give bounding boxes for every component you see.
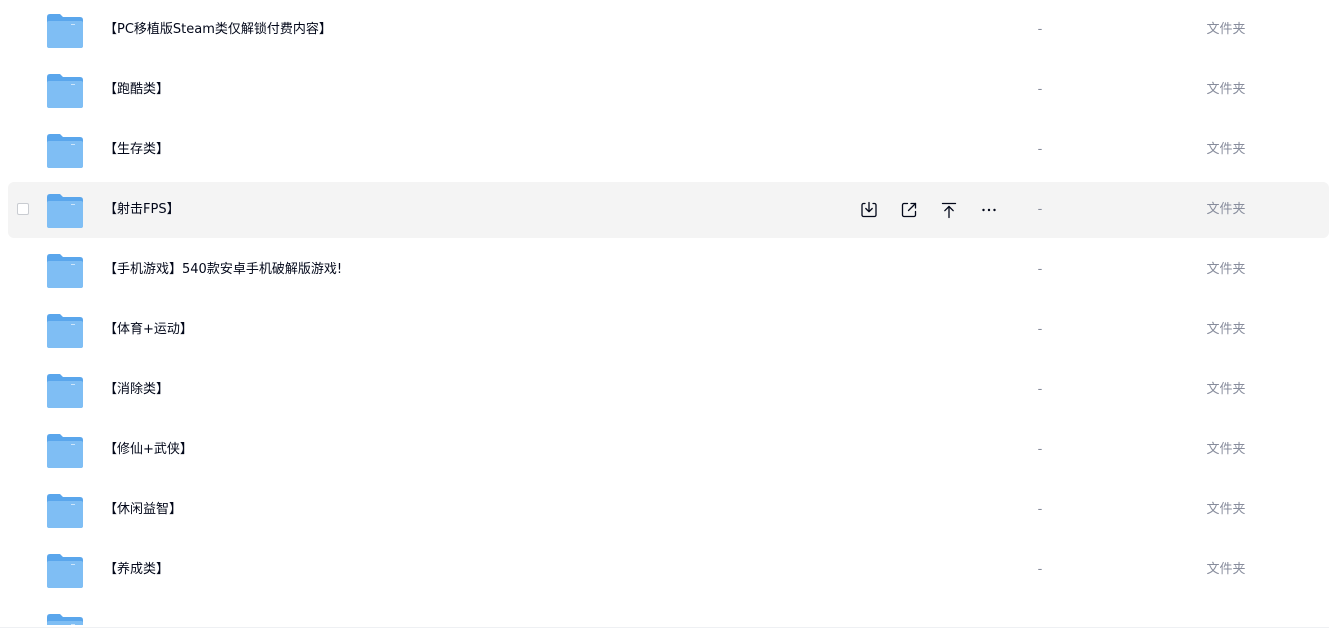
file-name[interactable]: 【射击FPS】 [104, 182, 180, 238]
row-checkbox[interactable] [17, 203, 29, 215]
file-name[interactable]: 【PC移植版Steam类仅解锁付费内容】 [104, 2, 332, 58]
more-icon[interactable] [978, 199, 1000, 221]
file-type: 文件夹 [1206, 322, 1246, 337]
file-name[interactable]: 【休闲益智】 [104, 482, 182, 538]
file-size: - [1037, 142, 1043, 157]
file-name[interactable]: 【手机游戏】540款安卓手机破解版游戏! [104, 242, 342, 298]
file-size: - [1037, 442, 1043, 457]
file-size: - [1037, 22, 1043, 37]
folder-icon [47, 134, 83, 168]
folder-icon [47, 374, 83, 408]
folder-icon [47, 554, 83, 588]
file-row[interactable]: 【养成类】 - 文件夹 [8, 542, 1329, 598]
move-to-top-icon[interactable] [938, 199, 960, 221]
list-bottom-divider [0, 627, 1329, 628]
file-type: 文件夹 [1206, 442, 1246, 457]
file-row[interactable]: 【修仙+武侠】 - 文件夹 [8, 422, 1329, 478]
file-row[interactable] [8, 602, 1329, 625]
download-icon[interactable] [858, 199, 880, 221]
file-size: - [1037, 202, 1043, 217]
folder-icon [47, 74, 83, 108]
file-name[interactable]: 【养成类】 [104, 542, 169, 598]
file-size: - [1037, 322, 1043, 337]
file-name[interactable]: 【生存类】 [104, 122, 169, 178]
file-row[interactable]: 【休闲益智】 - 文件夹 [8, 482, 1329, 538]
folder-icon [47, 314, 83, 348]
file-name[interactable]: 【跑酷类】 [104, 62, 169, 118]
file-row[interactable]: 【射击FPS】 - 文件夹 [8, 182, 1329, 238]
file-type: 文件夹 [1206, 382, 1246, 397]
file-size: - [1037, 502, 1043, 517]
file-size: - [1037, 382, 1043, 397]
file-type: 文件夹 [1206, 202, 1246, 217]
file-name[interactable]: 【修仙+武侠】 [104, 422, 193, 478]
file-size: - [1037, 262, 1043, 277]
share-icon[interactable] [898, 199, 920, 221]
file-name[interactable]: 【消除类】 [104, 362, 169, 418]
folder-icon [47, 434, 83, 468]
folder-icon [47, 194, 83, 228]
file-size: - [1037, 82, 1043, 97]
file-row[interactable]: 【手机游戏】540款安卓手机破解版游戏! - 文件夹 [8, 242, 1329, 298]
file-row[interactable]: 【消除类】 - 文件夹 [8, 362, 1329, 418]
file-row[interactable]: 【跑酷类】 - 文件夹 [8, 62, 1329, 118]
file-type: 文件夹 [1206, 82, 1246, 97]
file-type [1196, 602, 1256, 625]
file-list: 【PC移植版Steam类仅解锁付费内容】 - 文件夹 【跑酷类】 - 文件夹 【… [8, 2, 1329, 625]
file-size: - [1037, 562, 1043, 577]
file-type: 文件夹 [1206, 142, 1246, 157]
file-type: 文件夹 [1206, 262, 1246, 277]
file-size [1034, 602, 1046, 625]
file-row[interactable]: 【PC移植版Steam类仅解锁付费内容】 - 文件夹 [8, 2, 1329, 58]
folder-icon [47, 254, 83, 288]
file-type: 文件夹 [1206, 502, 1246, 517]
folder-icon [47, 614, 83, 625]
file-row[interactable]: 【生存类】 - 文件夹 [8, 122, 1329, 178]
file-row[interactable]: 【体育+运动】 - 文件夹 [8, 302, 1329, 358]
file-type: 文件夹 [1206, 562, 1246, 577]
folder-icon [47, 14, 83, 48]
file-name[interactable]: 【体育+运动】 [104, 302, 193, 358]
folder-icon [47, 494, 83, 528]
file-type: 文件夹 [1206, 22, 1246, 37]
